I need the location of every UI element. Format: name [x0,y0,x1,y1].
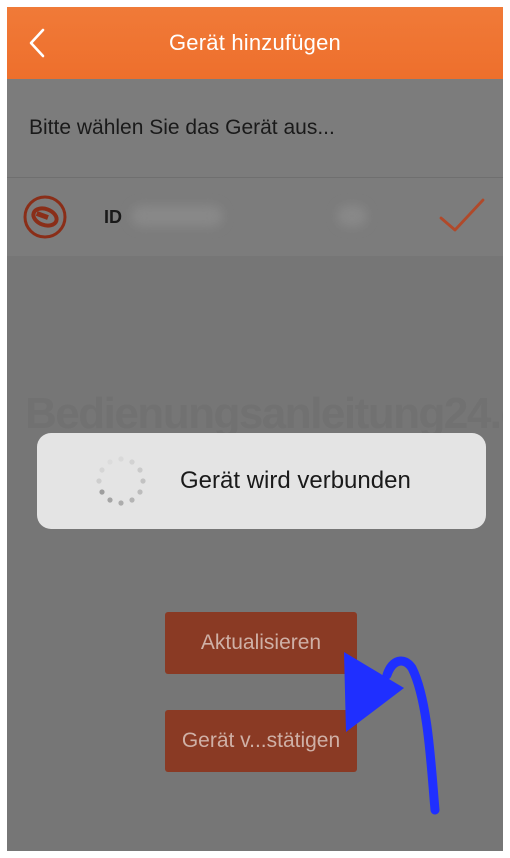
watermark: Bedienungsanleitung24.de [25,389,503,438]
loading-toast: Gerät wird verbunden [37,433,486,529]
redacted-device-id [131,205,223,227]
chevron-left-icon [29,28,45,58]
confirm-device-button[interactable]: Gerät v...stätigen [165,710,357,772]
annotation-arrow-icon [344,652,440,815]
page-title: Gerät hinzufügen [169,30,341,55]
redacted-device-suffix [337,205,367,227]
app-screen: Gerät hinzufügen Bitte wählen Sie das Ge… [7,7,503,851]
spinner-icon [96,456,146,506]
device-prompt-row: Bitte wählen Sie das Gerät aus... [7,79,503,177]
back-button[interactable] [21,27,53,59]
nav-bar: Gerät hinzufügen [7,7,503,79]
checkmark-icon [439,198,485,232]
device-list-item[interactable]: ID [7,177,503,256]
refresh-button[interactable]: Aktualisieren [165,612,357,674]
band-icon [23,195,67,239]
device-prompt: Bitte wählen Sie das Gerät aus... [29,116,335,139]
device-id-label: ID [104,206,122,227]
toast-message: Gerät wird verbunden [180,467,411,494]
